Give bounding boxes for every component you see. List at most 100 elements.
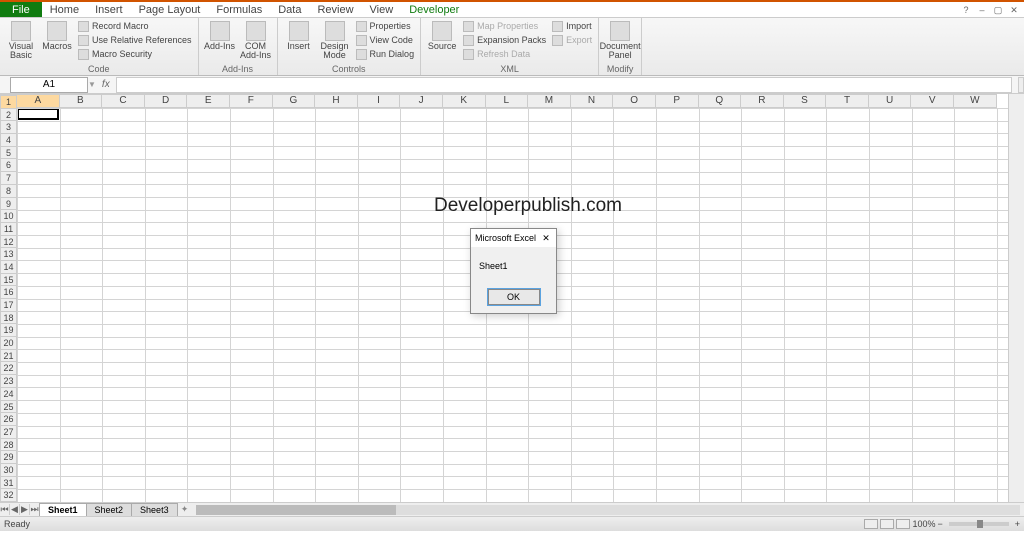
view-code-button[interactable]: View Code	[354, 33, 417, 47]
row-header[interactable]: 26	[0, 413, 17, 426]
col-header[interactable]: H	[315, 94, 358, 108]
col-header[interactable]: R	[741, 94, 784, 108]
tab-review[interactable]: Review	[309, 2, 361, 17]
zoom-slider[interactable]	[949, 522, 1009, 526]
restore-icon[interactable]: ▢	[992, 4, 1004, 16]
tab-home[interactable]: Home	[42, 2, 87, 17]
row-header[interactable]: 1	[0, 96, 17, 109]
col-header[interactable]: L	[486, 94, 529, 108]
col-header[interactable]: D	[145, 94, 188, 108]
macro-security-button[interactable]: Macro Security	[76, 47, 194, 61]
row-header[interactable]: 10	[0, 210, 17, 223]
col-header[interactable]: W	[954, 94, 997, 108]
col-header[interactable]: V	[911, 94, 954, 108]
ok-button[interactable]: OK	[488, 289, 540, 305]
tab-data[interactable]: Data	[270, 2, 309, 17]
view-break-button[interactable]	[896, 519, 910, 529]
row-header[interactable]: 12	[0, 236, 17, 249]
row-header[interactable]: 19	[0, 324, 17, 337]
row-header[interactable]: 31	[0, 477, 17, 490]
row-header[interactable]: 30	[0, 464, 17, 477]
row-header[interactable]: 8	[0, 185, 17, 198]
run-dialog-button[interactable]: Run Dialog	[354, 47, 417, 61]
row-header[interactable]: 25	[0, 401, 17, 414]
document-panel-button[interactable]: Document Panel	[603, 19, 637, 60]
new-sheet-button[interactable]: ✦	[178, 504, 192, 515]
fx-label[interactable]: fx	[102, 79, 110, 90]
row-header[interactable]: 6	[0, 159, 17, 172]
tab-view[interactable]: View	[362, 2, 402, 17]
formula-bar[interactable]	[116, 77, 1012, 93]
expansion-packs-button[interactable]: Expansion Packs	[461, 33, 548, 47]
visual-basic-button[interactable]: Visual Basic	[4, 19, 38, 60]
row-header[interactable]: 27	[0, 426, 17, 439]
tab-insert[interactable]: Insert	[87, 2, 131, 17]
col-header[interactable]: O	[613, 94, 656, 108]
tab-formulas[interactable]: Formulas	[208, 2, 270, 17]
col-header[interactable]: I	[358, 94, 401, 108]
sheet-tab-sheet3[interactable]: Sheet3	[131, 503, 178, 516]
row-header[interactable]: 14	[0, 261, 17, 274]
active-cell[interactable]	[17, 108, 59, 120]
row-header[interactable]: 22	[0, 362, 17, 375]
tab-file[interactable]: File	[0, 2, 42, 17]
row-header[interactable]: 28	[0, 439, 17, 452]
sheet-tab-sheet2[interactable]: Sheet2	[86, 503, 133, 516]
row-header[interactable]: 7	[0, 172, 17, 185]
addins-button[interactable]: Add-Ins	[203, 19, 237, 51]
tab-developer[interactable]: Developer	[401, 2, 467, 17]
row-header[interactable]: 21	[0, 350, 17, 363]
col-header[interactable]: U	[869, 94, 912, 108]
row-header[interactable]: 11	[0, 223, 17, 236]
col-header[interactable]: A	[17, 94, 60, 108]
horizontal-scrollbar[interactable]	[196, 505, 1020, 515]
view-normal-button[interactable]	[864, 519, 878, 529]
use-relative-refs-button[interactable]: Use Relative References	[76, 33, 194, 47]
row-header[interactable]: 20	[0, 337, 17, 350]
row-header[interactable]: 32	[0, 489, 17, 502]
col-header[interactable]: T	[826, 94, 869, 108]
zoom-in-button[interactable]: +	[1015, 519, 1020, 529]
row-header[interactable]: 2	[0, 109, 17, 122]
row-header[interactable]: 3	[0, 121, 17, 134]
col-header[interactable]: S	[784, 94, 827, 108]
col-header[interactable]: Q	[699, 94, 742, 108]
formula-expand[interactable]	[1018, 77, 1024, 93]
col-header[interactable]: M	[528, 94, 571, 108]
col-header[interactable]: N	[571, 94, 614, 108]
min-icon[interactable]: –	[976, 4, 988, 16]
tab-page-layout[interactable]: Page Layout	[131, 2, 209, 17]
view-layout-button[interactable]	[880, 519, 894, 529]
col-header[interactable]: E	[187, 94, 230, 108]
sheet-nav[interactable]: ⏮◀▶⏭	[0, 504, 40, 515]
insert-control-button[interactable]: Insert	[282, 19, 316, 51]
row-header[interactable]: 5	[0, 147, 17, 160]
macros-button[interactable]: Macros	[40, 19, 74, 51]
vertical-scrollbar[interactable]	[1008, 94, 1024, 502]
col-header[interactable]: G	[273, 94, 316, 108]
row-header[interactable]: 29	[0, 451, 17, 464]
design-mode-button[interactable]: Design Mode	[318, 19, 352, 60]
source-button[interactable]: Source	[425, 19, 459, 51]
col-header[interactable]: P	[656, 94, 699, 108]
col-header[interactable]: B	[60, 94, 103, 108]
row-header[interactable]: 18	[0, 312, 17, 325]
row-header[interactable]: 24	[0, 388, 17, 401]
import-button[interactable]: Import	[550, 19, 594, 33]
name-box[interactable]: A1	[10, 77, 88, 93]
dialog-close-icon[interactable]: ✕	[540, 233, 552, 244]
close-icon[interactable]: ✕	[1008, 4, 1020, 16]
zoom-out-button[interactable]: −	[937, 519, 942, 529]
row-header[interactable]: 15	[0, 274, 17, 287]
com-addins-button[interactable]: COM Add-Ins	[239, 19, 273, 60]
col-header[interactable]: K	[443, 94, 486, 108]
col-header[interactable]: C	[102, 94, 145, 108]
row-header[interactable]: 23	[0, 375, 17, 388]
row-header[interactable]: 9	[0, 198, 17, 211]
row-header[interactable]: 16	[0, 286, 17, 299]
col-header[interactable]: J	[400, 94, 443, 108]
col-header[interactable]: F	[230, 94, 273, 108]
help-icon[interactable]: ?	[960, 4, 972, 16]
row-header[interactable]: 13	[0, 248, 17, 261]
sheet-tab-sheet1[interactable]: Sheet1	[39, 503, 87, 516]
